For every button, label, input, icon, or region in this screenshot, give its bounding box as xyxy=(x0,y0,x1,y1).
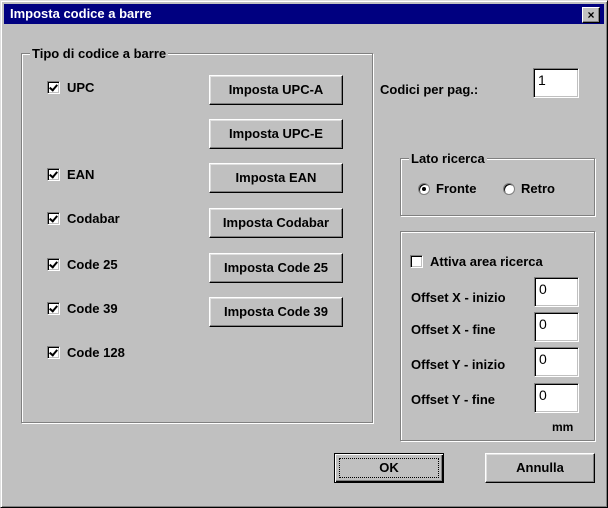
codes-per-page-label: Codici per pag.: xyxy=(380,82,479,97)
search-side-legend: Lato ricerca xyxy=(409,151,487,166)
ok-button[interactable]: OK xyxy=(334,453,444,483)
checkbox-codabar[interactable]: Codabar xyxy=(47,211,120,226)
codes-per-page-input[interactable]: 1 xyxy=(533,68,579,98)
codabar-label: Codabar xyxy=(67,211,120,226)
offset-y-end-label: Offset Y - fine xyxy=(411,392,496,407)
barcode-type-legend: Tipo di codice a barre xyxy=(30,46,169,61)
offset-x-start-input[interactable]: 0 xyxy=(534,277,579,307)
set-upca-button[interactable]: Imposta UPC-A xyxy=(209,75,343,105)
back-radio-dot[interactable] xyxy=(503,182,515,195)
checkbox-upc[interactable]: UPC xyxy=(47,80,94,95)
enable-search-area-box[interactable] xyxy=(410,255,423,268)
set-code39-button[interactable]: Imposta Code 39 xyxy=(209,297,343,327)
front-radio-dot[interactable] xyxy=(418,182,430,195)
close-icon[interactable]: × xyxy=(582,7,600,23)
dialog-window: Imposta codice a barre × Tipo di codice … xyxy=(0,0,608,508)
code39-label: Code 39 xyxy=(67,301,118,316)
code25-label: Code 25 xyxy=(67,257,118,272)
upc-label: UPC xyxy=(67,80,95,95)
offset-y-end-input[interactable]: 0 xyxy=(534,383,579,413)
offset-x-end-label: Offset X - fine xyxy=(411,322,496,337)
code128-checkbox-box[interactable] xyxy=(47,346,60,359)
ok-label: OK xyxy=(379,460,399,475)
offset-x-end-input[interactable]: 0 xyxy=(534,312,579,342)
ean-label: EAN xyxy=(67,167,95,182)
enable-search-area-label: Attiva area ricerca xyxy=(430,254,543,269)
set-code25-button[interactable]: Imposta Code 25 xyxy=(209,253,343,283)
offset-x-start-label: Offset X - inizio xyxy=(411,290,506,305)
barcode-type-group: Tipo di codice a barre xyxy=(21,46,373,423)
title-bar[interactable]: Imposta codice a barre × xyxy=(4,4,604,24)
checkbox-code128[interactable]: Code 128 xyxy=(47,345,125,360)
set-codabar-button[interactable]: Imposta Codabar xyxy=(209,208,343,238)
checkbox-enable-search-area[interactable]: Attiva area ricerca xyxy=(410,254,543,269)
front-label: Fronte xyxy=(436,181,477,196)
upc-checkbox-box[interactable] xyxy=(47,81,60,94)
offset-y-start-input[interactable]: 0 xyxy=(534,347,579,377)
checkbox-code25[interactable]: Code 25 xyxy=(47,257,118,272)
checkbox-code39[interactable]: Code 39 xyxy=(47,301,118,316)
code25-checkbox-box[interactable] xyxy=(47,258,60,271)
ean-checkbox-box[interactable] xyxy=(47,168,60,181)
set-upce-button[interactable]: Imposta UPC-E xyxy=(209,119,343,149)
radio-front[interactable]: Fronte xyxy=(418,181,476,196)
codabar-checkbox-box[interactable] xyxy=(47,212,60,225)
checkbox-ean[interactable]: EAN xyxy=(47,167,94,182)
back-label: Retro xyxy=(521,181,555,196)
radio-back[interactable]: Retro xyxy=(503,181,555,196)
unit-label: mm xyxy=(552,420,574,434)
offset-y-start-label: Offset Y - inizio xyxy=(411,357,506,372)
dialog-title: Imposta codice a barre xyxy=(10,6,152,21)
cancel-button[interactable]: Annulla xyxy=(485,453,595,483)
code39-checkbox-box[interactable] xyxy=(47,302,60,315)
code128-label: Code 128 xyxy=(67,345,125,360)
set-ean-button[interactable]: Imposta EAN xyxy=(209,163,343,193)
